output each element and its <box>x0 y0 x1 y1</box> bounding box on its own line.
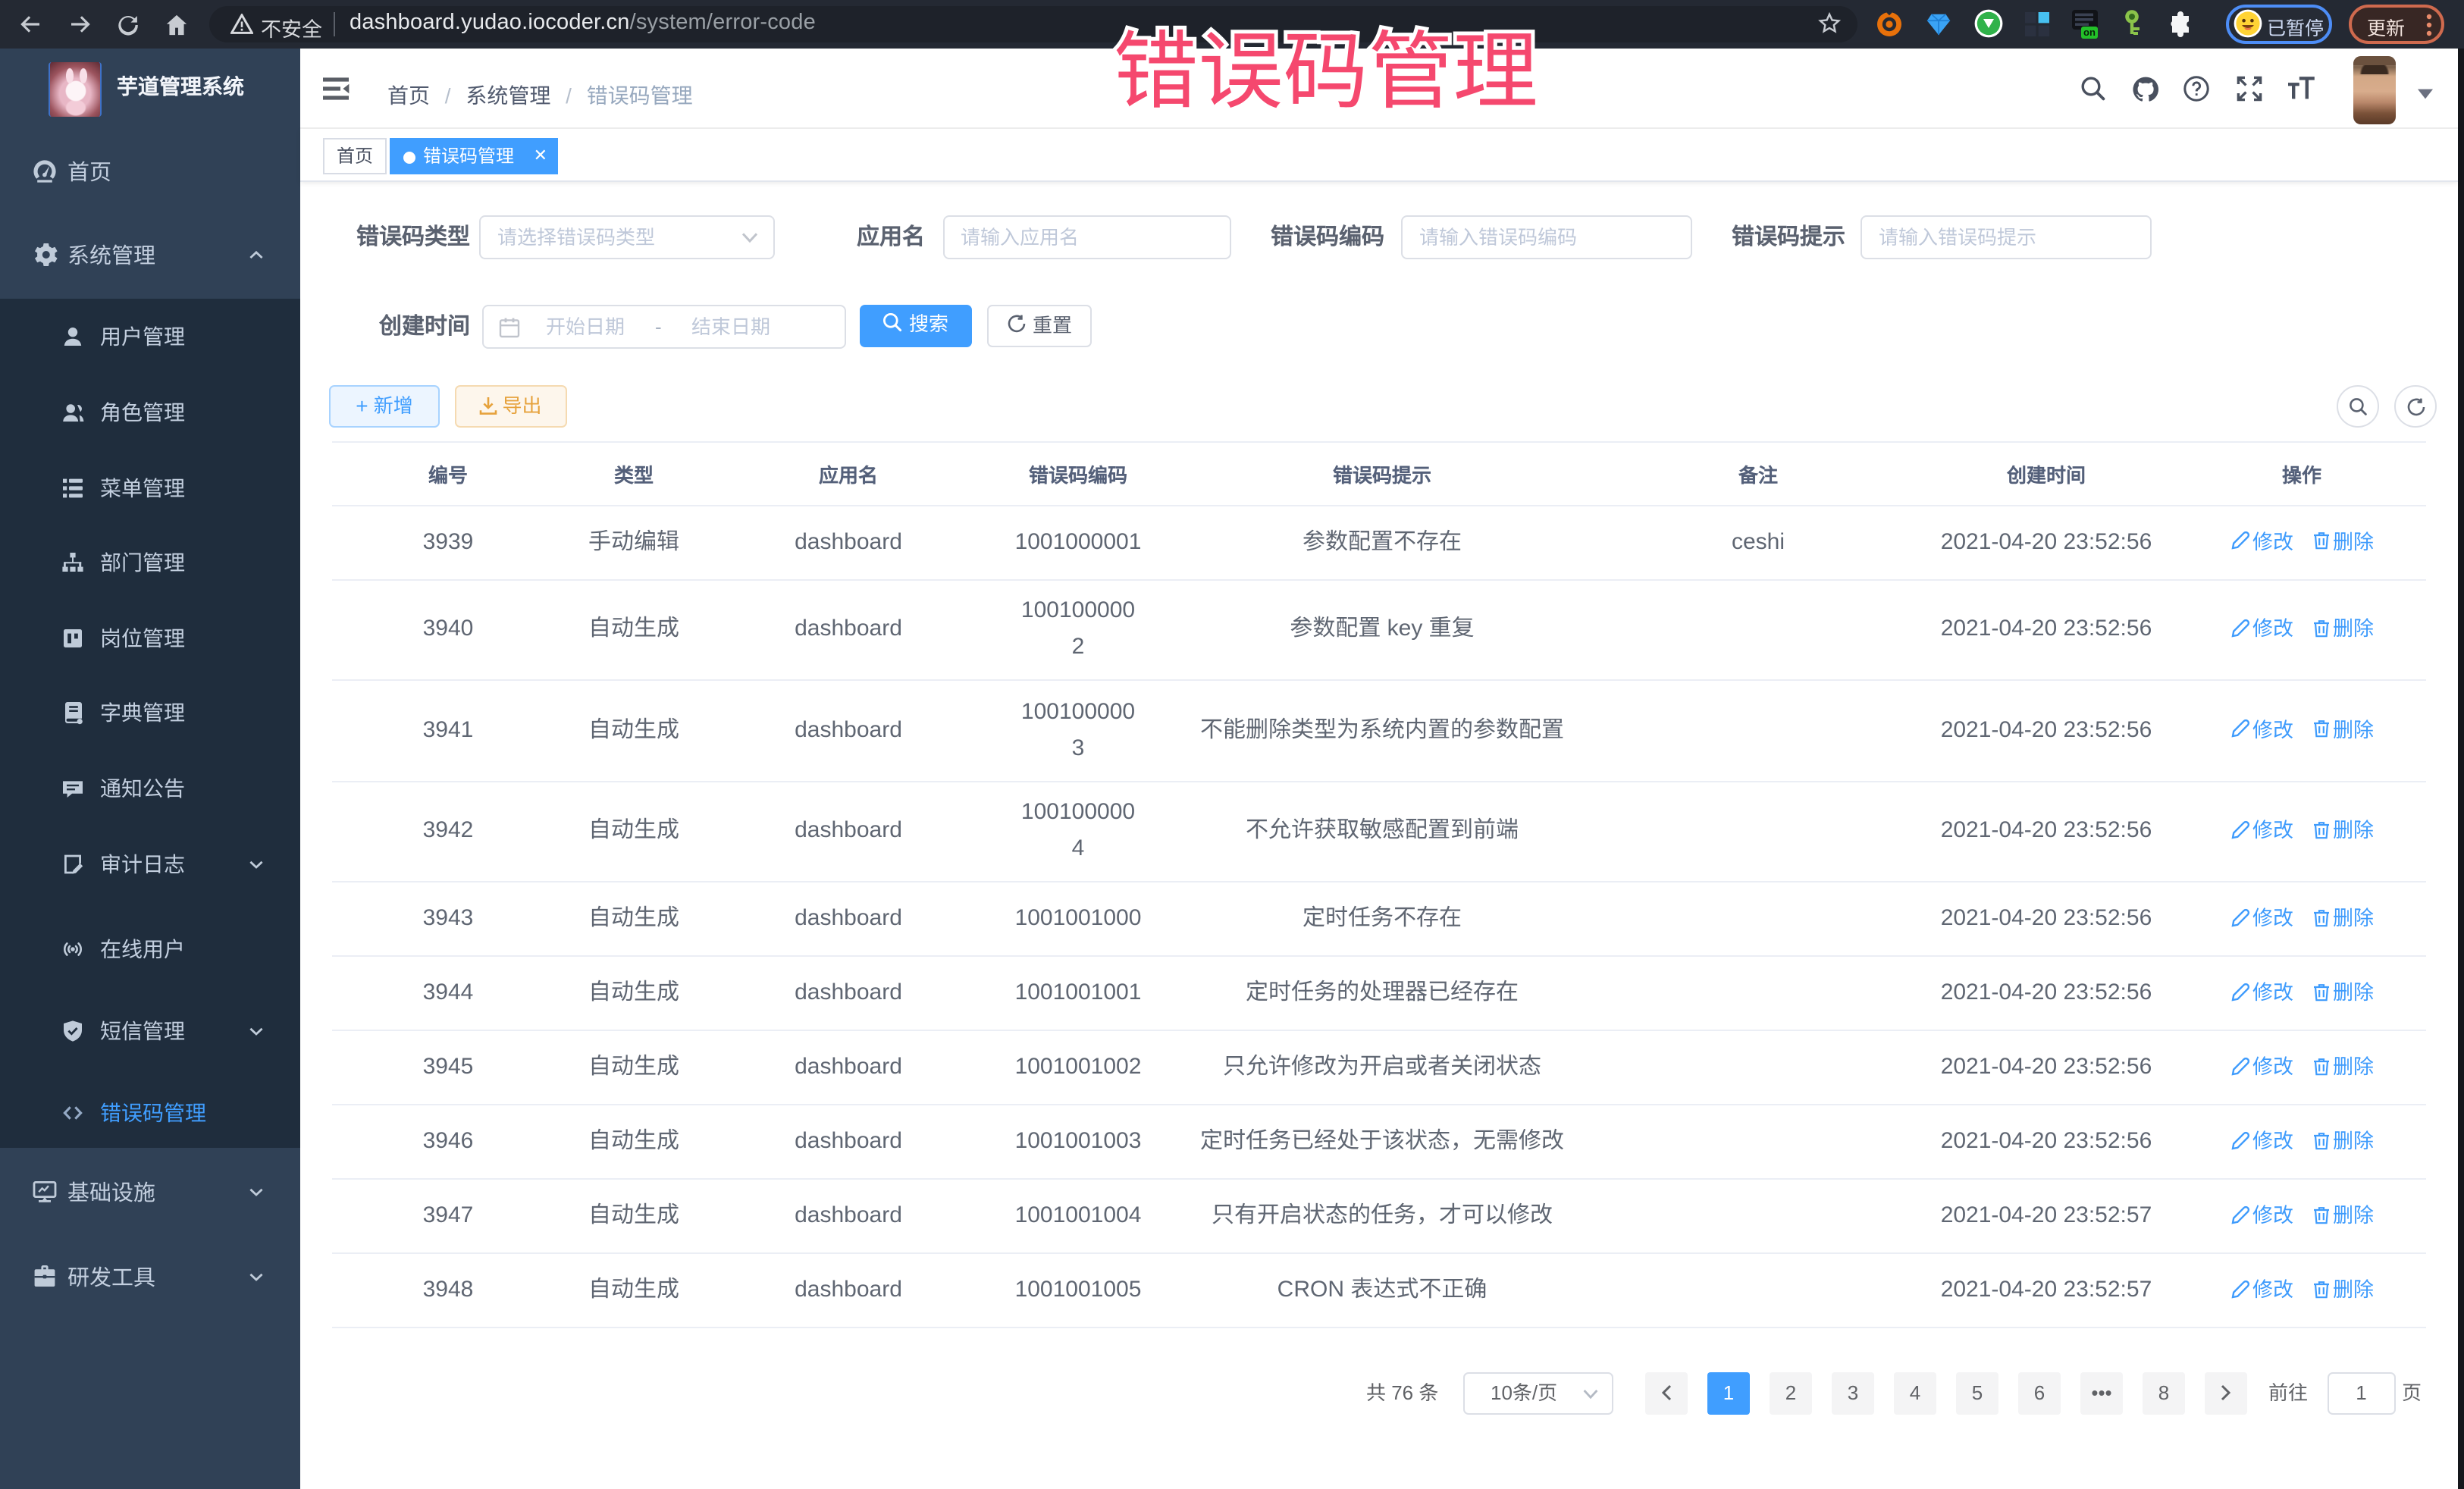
svg-text:错误码管理: 错误码管理 <box>1114 3 1538 126</box>
svg-text:on: on <box>2083 27 2096 38</box>
